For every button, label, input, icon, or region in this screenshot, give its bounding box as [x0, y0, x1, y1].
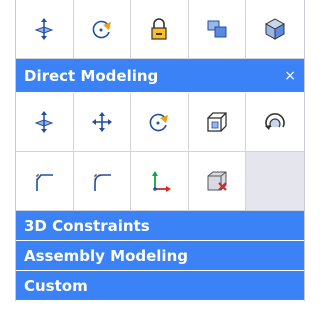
- move-face-icon: [34, 18, 54, 40]
- revolve-icon: [265, 113, 285, 130]
- move-arrows-tool[interactable]: [73, 93, 132, 152]
- section-header-assembly-modeling[interactable]: Assembly Modeling: [16, 241, 304, 271]
- rotate-tool[interactable]: [73, 0, 132, 59]
- section-header-3d-constraints[interactable]: 3D Constraints: [16, 211, 304, 241]
- lock-tool[interactable]: [131, 0, 189, 59]
- top-toolbar: [16, 0, 304, 59]
- rotate-tool[interactable]: [131, 93, 189, 152]
- direct-modeling-row-2: [16, 152, 304, 211]
- part-cube-icon: [265, 18, 286, 40]
- section-header-custom[interactable]: Custom: [16, 271, 304, 301]
- move-arrows-icon: [91, 112, 112, 132]
- revolve-tool[interactable]: [246, 93, 304, 152]
- toolbox-panel: Direct Modeling × 3D Constraints Assembl…: [15, 0, 305, 301]
- rotate-icon: [92, 20, 111, 39]
- round-edge-tool[interactable]: [73, 152, 132, 211]
- delete-face-icon: [207, 171, 227, 191]
- direct-modeling-header[interactable]: Direct Modeling ×: [16, 59, 304, 93]
- part-cube-tool[interactable]: [246, 0, 304, 59]
- delete-face-tool[interactable]: [188, 152, 247, 211]
- layers-tool[interactable]: [188, 0, 247, 59]
- axis-tool[interactable]: [131, 152, 189, 211]
- box-frame-tool[interactable]: [188, 93, 247, 152]
- section-title: Assembly Modeling: [24, 246, 188, 265]
- close-button[interactable]: ×: [284, 68, 296, 84]
- round-edge-icon: [94, 174, 111, 191]
- layers-icon: [207, 20, 227, 38]
- direct-modeling-title: Direct Modeling: [24, 66, 159, 85]
- move-face-tool[interactable]: [16, 0, 74, 59]
- empty-slot: [246, 152, 304, 211]
- move-face-icon: [34, 111, 54, 133]
- rotate-icon: [150, 113, 169, 132]
- fillet-edge-icon: [36, 174, 54, 191]
- box-frame-icon: [207, 112, 227, 132]
- move-face-tool[interactable]: [16, 93, 74, 152]
- section-title: 3D Constraints: [24, 216, 150, 235]
- section-title: Custom: [24, 276, 88, 295]
- lock-icon: [151, 18, 168, 40]
- axis-icon: [152, 171, 172, 192]
- fillet-edge-tool[interactable]: [16, 152, 74, 211]
- direct-modeling-row-1: [16, 93, 304, 152]
